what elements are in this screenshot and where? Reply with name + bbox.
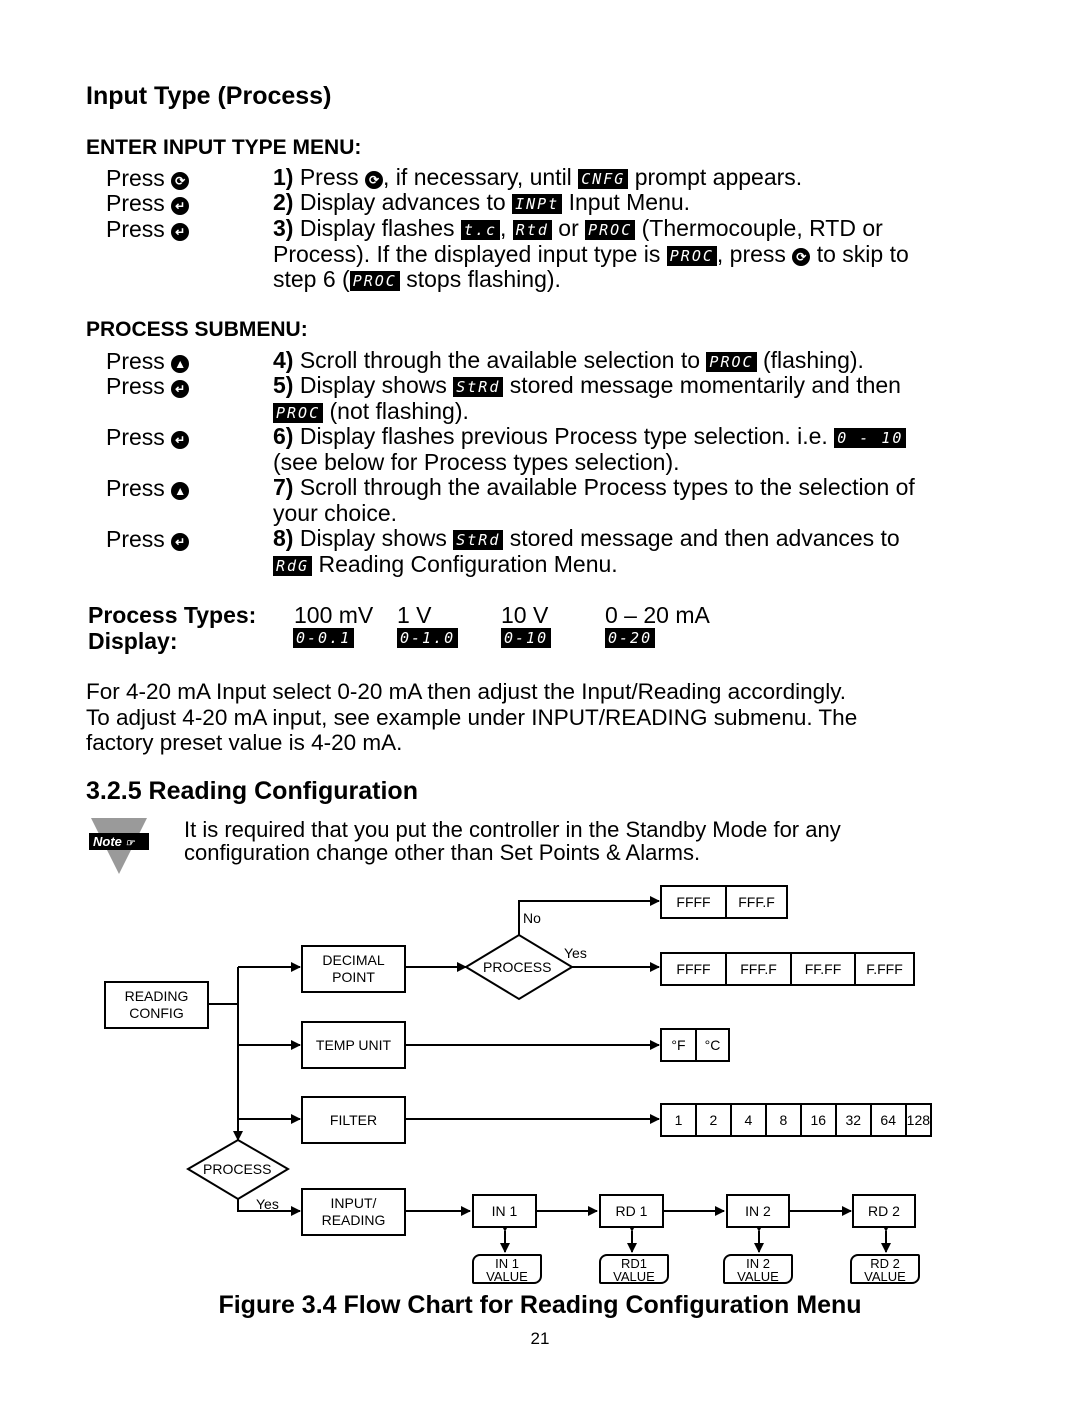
formats-no-row: FFFF FFF.F [660,885,788,919]
process-decision-label-2: PROCESS [203,1161,272,1177]
format-cell: FFFF [662,887,727,917]
unit-cell: °C [704,1037,721,1053]
filter-cell: 8 [767,1105,802,1135]
format-cell: F.FFF [866,961,903,977]
no-label: No [523,910,541,926]
filter-cell: 4 [732,1105,767,1135]
temp-units-row: °F °C [660,1028,730,1062]
in1-box: IN 1 [472,1194,537,1228]
filter-cell: 32 [837,1105,872,1135]
rd1-value-doc: RD1 VALUE [599,1254,669,1284]
page-number: 21 [530,1329,550,1348]
filter-cell: 1 [662,1105,697,1135]
figure-caption: Figure 3.4 Flow Chart for Reading Config… [218,1291,862,1319]
yes-label-2: Yes [256,1196,279,1212]
in2-box: IN 2 [726,1194,790,1228]
process-decision-label: PROCESS [483,959,552,975]
format-cell: FFF.F [738,894,775,910]
format-cell: FF.FF [792,954,856,984]
filter-cell: 64 [872,1105,907,1135]
in2-value-doc: IN 2 VALUE [723,1254,793,1284]
rd2-box: RD 2 [852,1194,916,1228]
rd1-box: RD 1 [599,1194,664,1228]
in1-value-doc: IN 1 VALUE [472,1254,542,1284]
filter-cell: 2 [697,1105,732,1135]
flowchart-connectors [186,896,891,1253]
input-reading-box: INPUT/ READING [301,1188,406,1236]
yes-label: Yes [564,945,587,961]
filter-cell: 128 [906,1112,931,1128]
filter-cell: 16 [802,1105,837,1135]
rd2-value-doc: RD 2 VALUE [850,1254,920,1284]
format-cell: FFFF [662,954,727,984]
reading-config-box: READING CONFIG [104,981,209,1029]
filter-values-row: 1 2 4 8 16 32 64 128 [660,1103,932,1137]
formats-yes-row: FFFF FFF.F FF.FF F.FFF [660,952,915,986]
filter-box: FILTER [301,1096,406,1144]
temp-unit-box: TEMP UNIT [301,1021,406,1069]
unit-cell: °F [662,1030,697,1060]
decimal-point-box: DECIMAL POINT [301,945,406,993]
format-cell: FFF.F [727,954,792,984]
